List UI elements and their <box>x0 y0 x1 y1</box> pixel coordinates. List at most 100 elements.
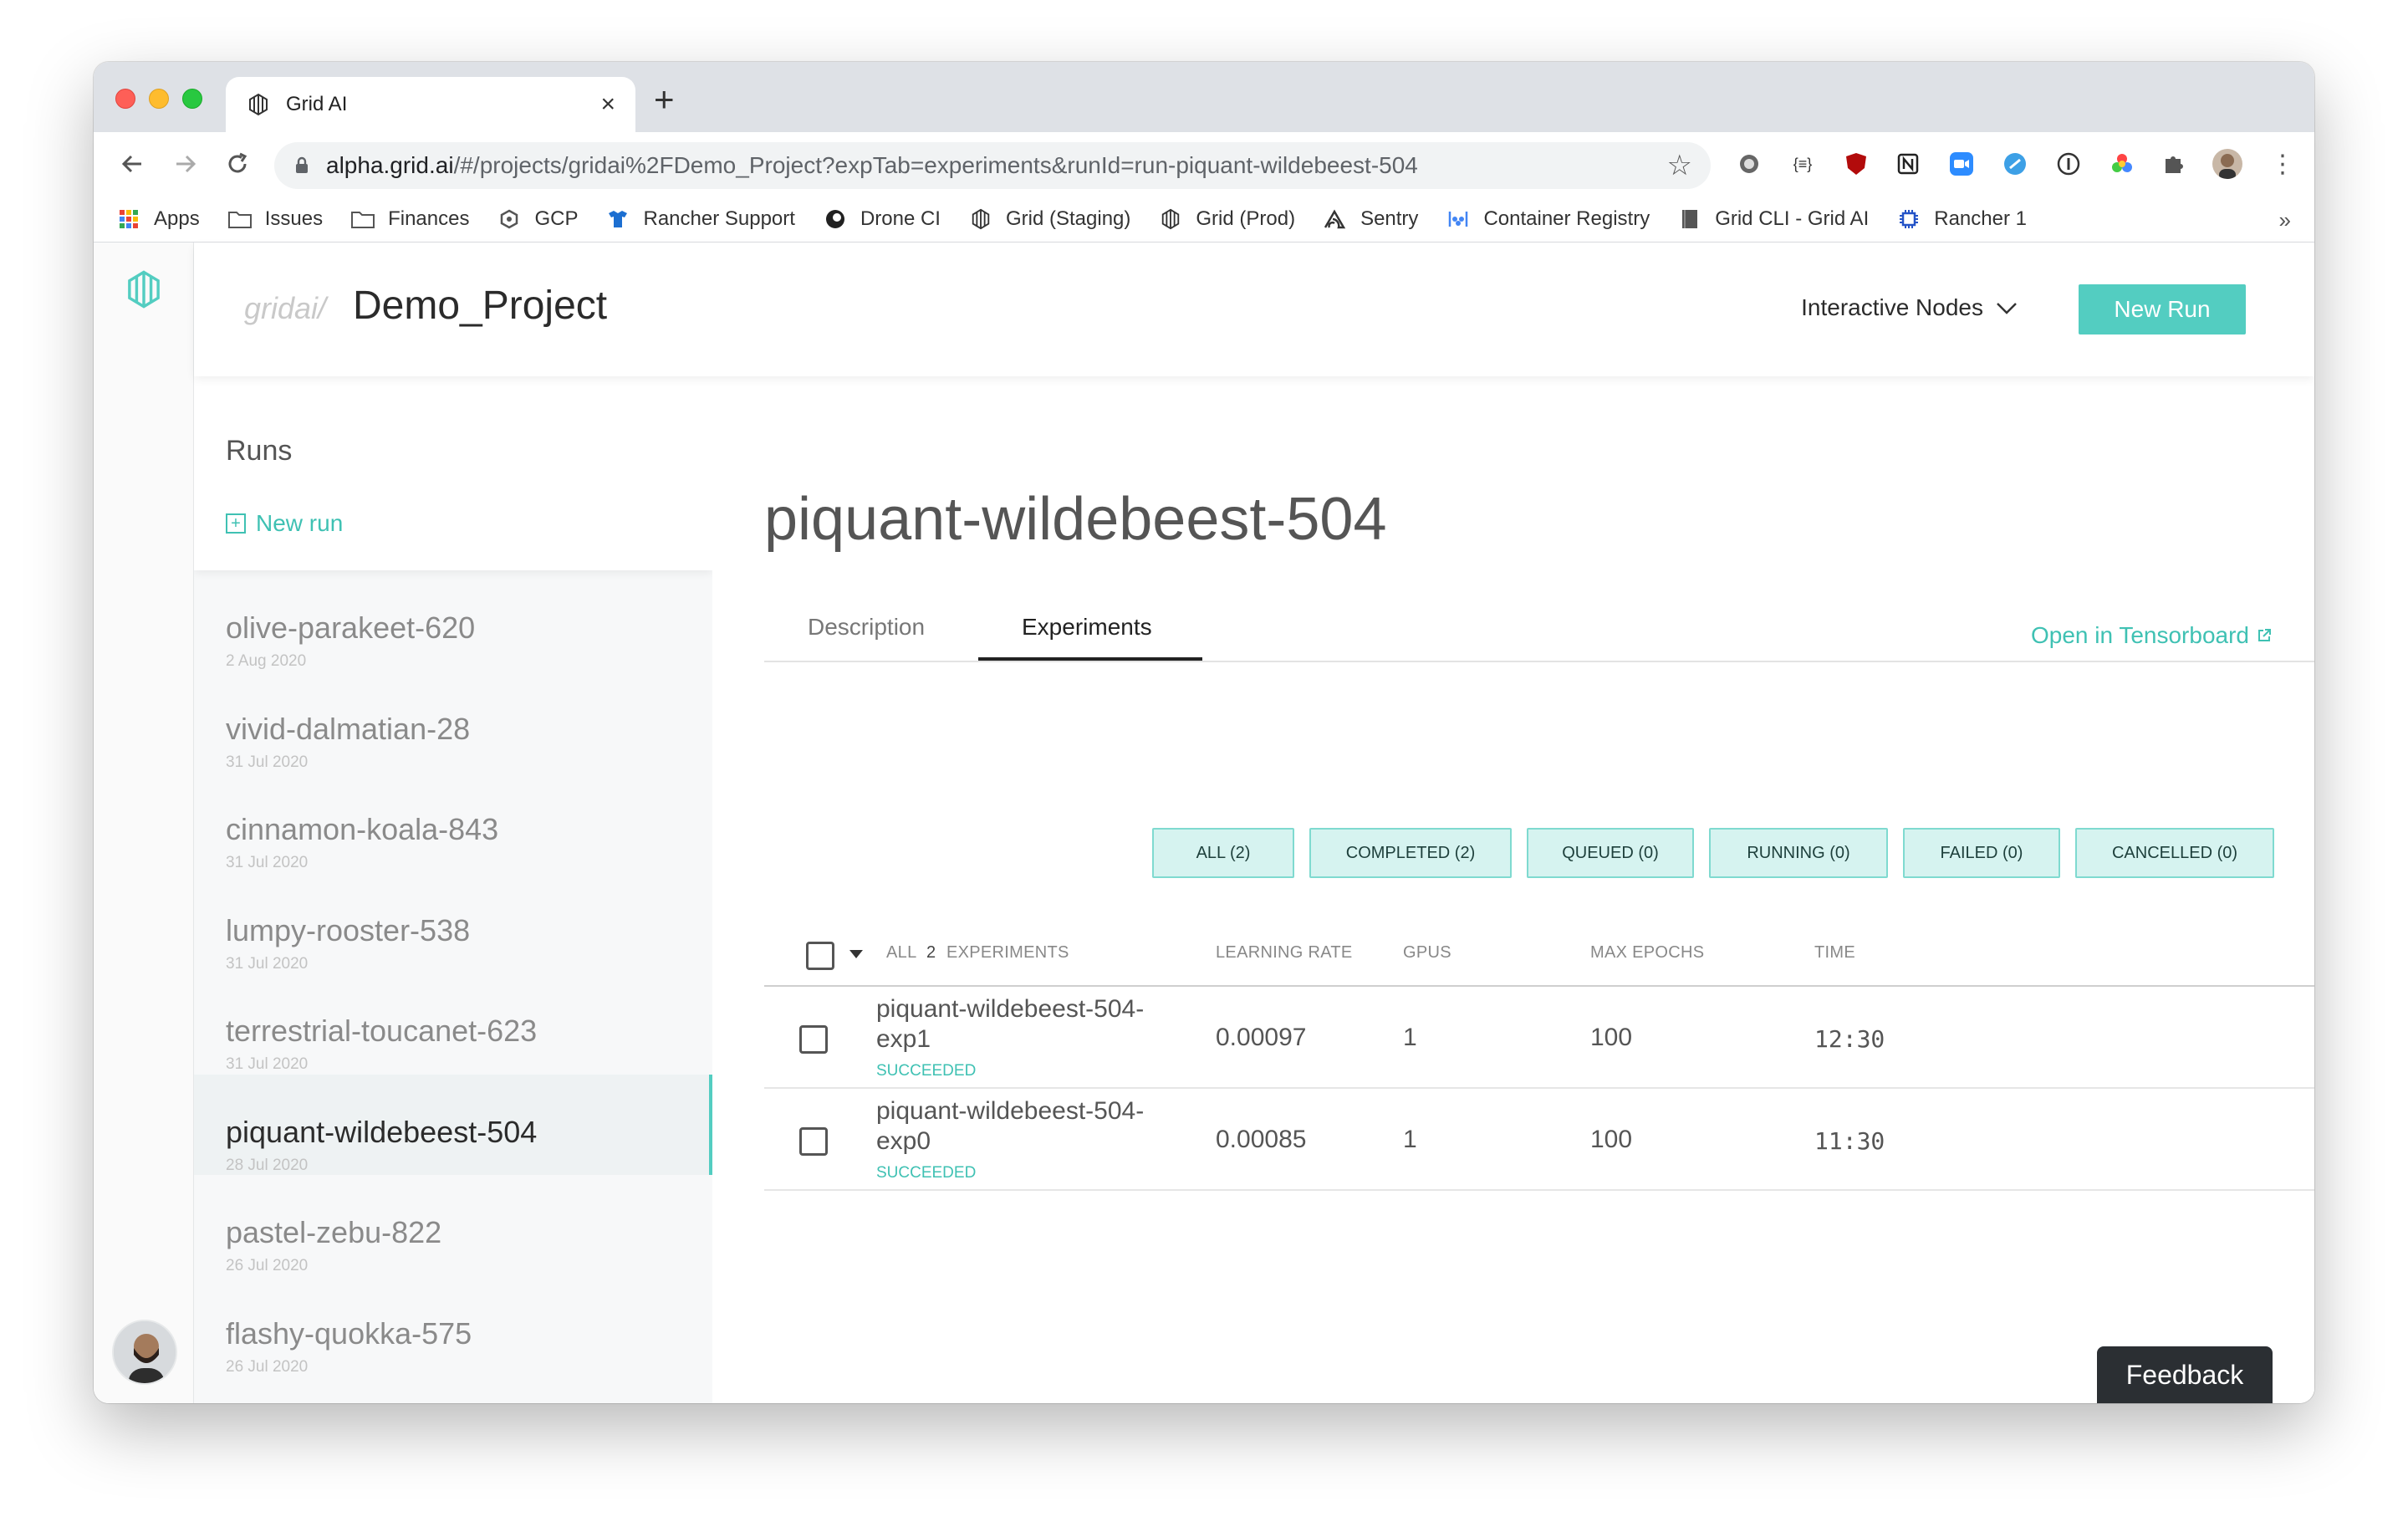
experiment-name-line2[interactable]: exp1 <box>876 1025 931 1054</box>
run-item[interactable]: olive-parakeet-620 2 Aug 2020 <box>194 570 712 672</box>
new-run-button[interactable]: New Run <box>2079 284 2246 335</box>
chip-icon <box>1897 208 1921 230</box>
color-picker-icon[interactable] <box>2107 149 2137 179</box>
filter-cancelled-button[interactable]: CANCELLED (0) <box>2075 828 2274 878</box>
column-header-max-epochs[interactable]: MAX EPOCHS <box>1590 943 1704 963</box>
ublock-icon[interactable] <box>1841 149 1871 179</box>
maximize-window-button[interactable] <box>182 89 202 109</box>
notion-icon[interactable] <box>1893 149 1923 179</box>
tab-description[interactable]: Description <box>808 614 925 641</box>
bookmark-label: Drone CI <box>860 207 941 230</box>
run-name: piquant-wildebeest-504 <box>226 1114 538 1149</box>
bookmark-grid-staging[interactable]: Grid (Staging) <box>969 207 1130 231</box>
run-item[interactable]: cinnamon-koala-843 31 Jul 2020 <box>194 772 712 873</box>
run-name: lumpy-rooster-538 <box>226 912 471 947</box>
experiment-name-line2[interactable]: exp0 <box>876 1127 931 1156</box>
bookmark-gcp[interactable]: GCP <box>497 207 578 231</box>
project-header: gridai/ Demo_Project Interactive Nodes N… <box>194 243 2314 376</box>
runs-title: Runs <box>226 435 293 467</box>
table-header: ALL 2 EXPERIMENTS LEARNING RATE GPUS MAX… <box>764 912 2314 987</box>
bookmark-apps[interactable]: Apps <box>117 207 200 231</box>
run-date: 2 Aug 2020 <box>226 652 307 670</box>
bookmark-grid-prod[interactable]: Grid (Prod) <box>1159 207 1295 231</box>
bookmark-sentry[interactable]: Sentry <box>1324 207 1418 231</box>
browser-tab[interactable]: Grid AI × <box>226 77 635 132</box>
table-row[interactable]: piquant-wildebeest-504- exp1 SUCCEEDED 0… <box>764 987 2314 1089</box>
gpus-value: 1 <box>1403 1126 1417 1153</box>
experiments-table: ALL 2 EXPERIMENTS LEARNING RATE GPUS MAX… <box>764 912 2314 1191</box>
bookmark-issues[interactable]: Issues <box>227 207 323 231</box>
bookmark-rancher-1[interactable]: Rancher 1 <box>1897 207 2027 231</box>
grid-logo-icon[interactable] <box>124 269 164 309</box>
column-header-time[interactable]: TIME <box>1814 943 1855 963</box>
extension-circle-icon[interactable] <box>1734 149 1764 179</box>
select-all-checkbox[interactable] <box>806 942 834 970</box>
column-header-gpus[interactable]: GPUS <box>1403 943 1451 963</box>
feedback-button[interactable]: Feedback <box>2097 1346 2273 1403</box>
bookmark-grid-cli[interactable]: Grid CLI - Grid AI <box>1678 207 1869 231</box>
bookmarks-overflow-button[interactable]: » <box>2279 207 2291 233</box>
interactive-nodes-label: Interactive Nodes <box>1801 294 1983 320</box>
run-name: flashy-quokka-575 <box>226 1315 472 1351</box>
run-item[interactable]: pastel-zebu-822 26 Jul 2020 <box>194 1175 712 1276</box>
back-icon[interactable] <box>117 149 147 179</box>
filter-queued-button[interactable]: QUEUED (0) <box>1527 828 1694 878</box>
learning-rate-value: 0.00097 <box>1216 1024 1307 1051</box>
extensions-puzzle-icon[interactable] <box>2159 149 2189 179</box>
bookmark-star-icon[interactable]: ☆ <box>1667 149 1692 182</box>
forward-icon[interactable] <box>171 149 201 179</box>
new-tab-button[interactable]: + <box>654 82 675 117</box>
run-item[interactable]: flashy-quokka-575 26 Jul 2020 <box>194 1276 712 1377</box>
profile-avatar-icon[interactable] <box>2212 149 2242 179</box>
user-avatar[interactable] <box>112 1320 177 1385</box>
filter-all-button[interactable]: ALL (2) <box>1152 828 1294 878</box>
page-title: Demo_Project <box>353 283 608 328</box>
url-text: alpha.grid.ai/#/projects/gridai%2FDemo_P… <box>326 152 1667 179</box>
column-header-learning-rate[interactable]: LEARNING RATE <box>1216 943 1353 963</box>
run-item-active[interactable]: piquant-wildebeest-504 28 Jul 2020 <box>194 1074 712 1175</box>
tab-title: Grid AI <box>286 93 348 115</box>
registry-icon <box>1446 208 1470 230</box>
sentry-icon <box>1324 208 1347 230</box>
filter-failed-button[interactable]: FAILED (0) <box>1903 828 2060 878</box>
runs-header: Runs + New run <box>194 376 712 570</box>
zoom-icon[interactable] <box>1946 149 1977 179</box>
status-filters: ALL (2) COMPLETED (2) QUEUED (0) RUNNING… <box>712 828 2314 878</box>
new-run-link[interactable]: + New run <box>226 510 343 537</box>
bookmark-rancher-support[interactable]: Rancher Support <box>606 207 795 231</box>
json-extension-icon[interactable]: {≡} <box>1788 149 1818 179</box>
browser-window: Grid AI × + alpha.grid.ai/#/projects/gri… <box>94 62 2314 1403</box>
tab-experiments[interactable]: Experiments <box>1022 614 1152 641</box>
interactive-nodes-dropdown[interactable]: Interactive Nodes <box>1801 294 2018 321</box>
bookmark-label: Finances <box>388 207 470 230</box>
external-link-icon <box>2258 629 2271 641</box>
run-item[interactable]: lumpy-rooster-538 31 Jul 2020 <box>194 873 712 974</box>
run-item[interactable]: vivid-dalmatian-28 31 Jul 2020 <box>194 672 712 773</box>
run-item[interactable]: terrestrial-toucanet-623 31 Jul 2020 <box>194 973 712 1075</box>
sync-extension-icon[interactable] <box>2000 149 2030 179</box>
open-tensorboard-link[interactable]: Open in Tensorboard <box>2031 622 2273 649</box>
bookmark-container-registry[interactable]: Container Registry <box>1446 207 1650 231</box>
row-checkbox[interactable] <box>799 1025 828 1054</box>
bookmark-label: Sentry <box>1360 207 1419 230</box>
filter-running-button[interactable]: RUNNING (0) <box>1709 828 1888 878</box>
reload-icon[interactable] <box>222 149 253 179</box>
browser-menu-icon[interactable]: ⋮ <box>2268 149 2298 179</box>
table-row[interactable]: piquant-wildebeest-504- exp0 SUCCEEDED 0… <box>764 1089 2314 1191</box>
address-bar[interactable]: alpha.grid.ai/#/projects/gridai%2FDemo_P… <box>274 142 1711 189</box>
active-tab-indicator <box>978 657 1202 661</box>
row-checkbox[interactable] <box>799 1127 828 1156</box>
run-date: 31 Jul 2020 <box>226 753 309 771</box>
close-window-button[interactable] <box>115 89 135 109</box>
bookmark-drone-ci[interactable]: Drone CI <box>824 207 941 231</box>
bookmark-finances[interactable]: Finances <box>351 207 469 231</box>
experiment-name-line1[interactable]: piquant-wildebeest-504- <box>876 995 1144 1024</box>
minimize-window-button[interactable] <box>149 89 169 109</box>
caret-down-icon[interactable] <box>849 950 863 958</box>
url-path: /#/projects/gridai%2FDemo_Project?expTab… <box>453 152 1418 178</box>
tab-close-icon[interactable]: × <box>600 92 615 117</box>
info-extension-icon[interactable] <box>2053 149 2084 179</box>
experiment-name-line1[interactable]: piquant-wildebeest-504- <box>876 1097 1144 1126</box>
filter-completed-button[interactable]: COMPLETED (2) <box>1309 828 1512 878</box>
breadcrumb-org[interactable]: gridai/ <box>244 291 326 326</box>
